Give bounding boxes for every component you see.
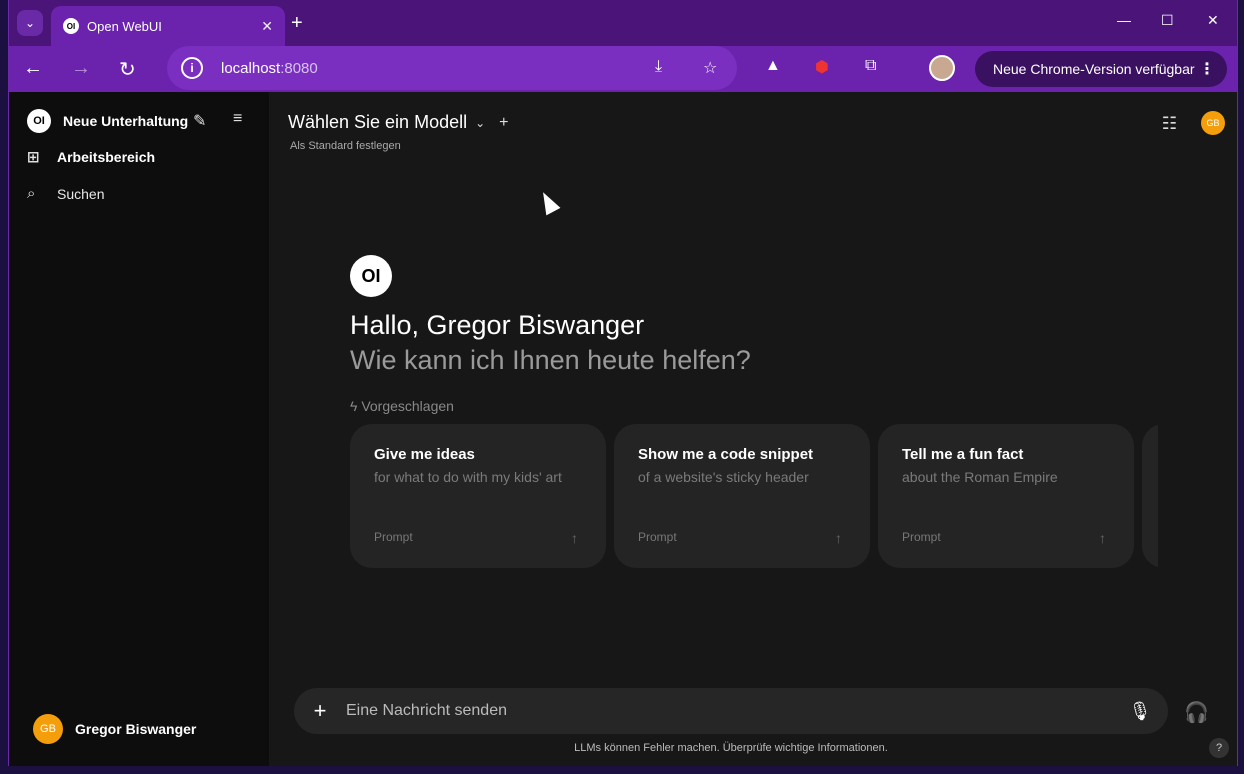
suggestion-subtitle: for what to do with my kids' art [374, 469, 562, 485]
suggestion-list: Give me ideas for what to do with my kid… [350, 424, 1158, 568]
arrow-up-icon: ↑ [571, 530, 578, 546]
extension-a-icon[interactable]: ▲ [765, 57, 781, 75]
suggestion-card[interactable]: Give me ideas for what to do with my kid… [350, 424, 606, 568]
sparkle-icon: ϟ [350, 398, 358, 414]
attach-plus-icon[interactable]: + [294, 698, 346, 724]
reload-icon[interactable]: ↻ [119, 57, 136, 82]
extensions-puzzle-icon[interactable]: ⧉ [865, 57, 876, 75]
browser-tab[interactable]: OI Open WebUI ✕ [51, 6, 285, 46]
new-tab-icon[interactable]: + [291, 12, 303, 35]
openwebui-logo-icon: OI [350, 255, 392, 297]
url-port: :8080 [280, 59, 318, 77]
edit-icon[interactable]: ✎ [193, 111, 206, 131]
avatar: GB [33, 714, 63, 744]
microphone-icon[interactable]: 🎙 [1112, 701, 1168, 722]
tab-search-icon[interactable]: ⌄ [17, 10, 43, 36]
chrome-update-label: Neue Chrome-Version verfügbar [993, 61, 1195, 77]
back-icon[interactable]: ← [23, 57, 43, 80]
suggestion-subtitle: about the Roman Empire [902, 469, 1058, 485]
suggestion-card[interactable]: Show me a code snippet of a website's st… [614, 424, 870, 568]
disclaimer-text: LLMs können Fehler machen. Überprüfe wic… [574, 742, 888, 754]
chevron-down-icon: ⌄ [475, 115, 486, 130]
suggested-heading: ϟ Vorgeschlagen [350, 398, 454, 414]
suggestion-tag: Prompt [374, 530, 413, 544]
set-default-link[interactable]: Als Standard festlegen [290, 140, 401, 152]
suggestion-title: Give me ideas [374, 446, 475, 463]
sidebar-item-search[interactable]: ⌕ Suchen [27, 185, 104, 202]
address-bar: ← → ↻ i localhost:8080 ⤓ ☆ ▲ ⬢ ⧉ Neue Ch… [9, 46, 1237, 92]
arrow-up-icon: ↑ [1099, 530, 1106, 546]
sidebar: OI Neue Unterhaltung ✎ ≡ ⊞ Arbeitsbereic… [9, 92, 269, 766]
grid-icon: ⊞ [27, 149, 40, 166]
help-icon[interactable]: ? [1209, 738, 1229, 758]
tab-bar: ⌄ OI Open WebUI ✕ + — ☐ ✕ [9, 0, 1237, 46]
model-selector-label: Wählen Sie ein Modell [288, 112, 468, 132]
suggested-label: Vorgeschlagen [361, 398, 454, 414]
greeting-subtitle: Wie kann ich Ihnen heute helfen? [350, 345, 751, 375]
sidebar-item-workspace[interactable]: ⊞ Arbeitsbereich [27, 148, 155, 166]
chrome-profile-avatar[interactable] [929, 55, 955, 81]
arrow-up-icon: ↑ [835, 530, 842, 546]
main-area: Wählen Sie ein Modell ⌄ + Als Standard f… [269, 92, 1237, 766]
chrome-update-button[interactable]: Neue Chrome-Version verfügbar ⋮ [975, 51, 1227, 87]
avatar[interactable]: GB [1201, 111, 1225, 135]
controls-sliders-icon[interactable]: ☷ [1162, 114, 1177, 134]
suggestion-tag: Prompt [638, 530, 677, 544]
user-name: Gregor Biswanger [75, 721, 197, 737]
sidebar-item-label: Arbeitsbereich [57, 149, 156, 165]
suggestion-card-partial[interactable] [1142, 424, 1158, 568]
sidebar-item-label: Suchen [57, 185, 105, 202]
maximize-icon[interactable]: ☐ [1161, 12, 1174, 29]
minimize-icon[interactable]: — [1117, 12, 1131, 28]
tab-title: Open WebUI [87, 18, 162, 34]
headphones-icon[interactable]: 🎧 [1184, 700, 1209, 725]
search-icon: ⌕ [27, 185, 36, 202]
site-info-icon[interactable]: i [181, 57, 203, 79]
url-host: localhost [221, 59, 281, 77]
suggestion-title: Show me a code snippet [638, 446, 814, 463]
message-input[interactable] [346, 702, 1112, 720]
suggestion-title: Tell me a fun fact [902, 446, 1024, 463]
greeting-title: Hallo, Gregor Biswanger [350, 310, 645, 340]
suggestion-tag: Prompt [902, 530, 941, 544]
url-bar[interactable]: i localhost:8080 ⤓ ☆ [167, 46, 737, 90]
close-tab-icon[interactable]: ✕ [261, 18, 273, 35]
user-menu-button[interactable]: GB Gregor Biswanger [33, 714, 196, 744]
browser-window: ⌄ OI Open WebUI ✕ + — ☐ ✕ ← → ↻ i localh… [8, 0, 1238, 766]
bookmark-star-icon[interactable]: ☆ [703, 58, 717, 78]
openwebui-logo-icon: OI [27, 109, 51, 133]
model-selector[interactable]: Wählen Sie ein Modell ⌄ + [288, 112, 509, 133]
message-composer: + 🎙 [294, 688, 1168, 734]
new-chat-button[interactable]: OI Neue Unterhaltung [27, 109, 188, 133]
install-app-icon[interactable]: ⤓ [655, 58, 662, 76]
suggestion-subtitle: of a website's sticky header [638, 469, 809, 485]
close-window-icon[interactable]: ✕ [1207, 12, 1219, 29]
suggestion-card[interactable]: Tell me a fun fact about the Roman Empir… [878, 424, 1134, 568]
favicon-icon: OI [63, 18, 79, 34]
sidebar-toggle-icon[interactable]: ≡ [233, 110, 242, 128]
new-chat-label: Neue Unterhaltung [63, 113, 189, 129]
ublock-icon[interactable]: ⬢ [815, 57, 829, 77]
forward-icon[interactable]: → [71, 57, 91, 80]
add-model-icon[interactable]: + [499, 114, 508, 132]
menu-dots-icon[interactable]: ⋮ [1199, 59, 1215, 79]
